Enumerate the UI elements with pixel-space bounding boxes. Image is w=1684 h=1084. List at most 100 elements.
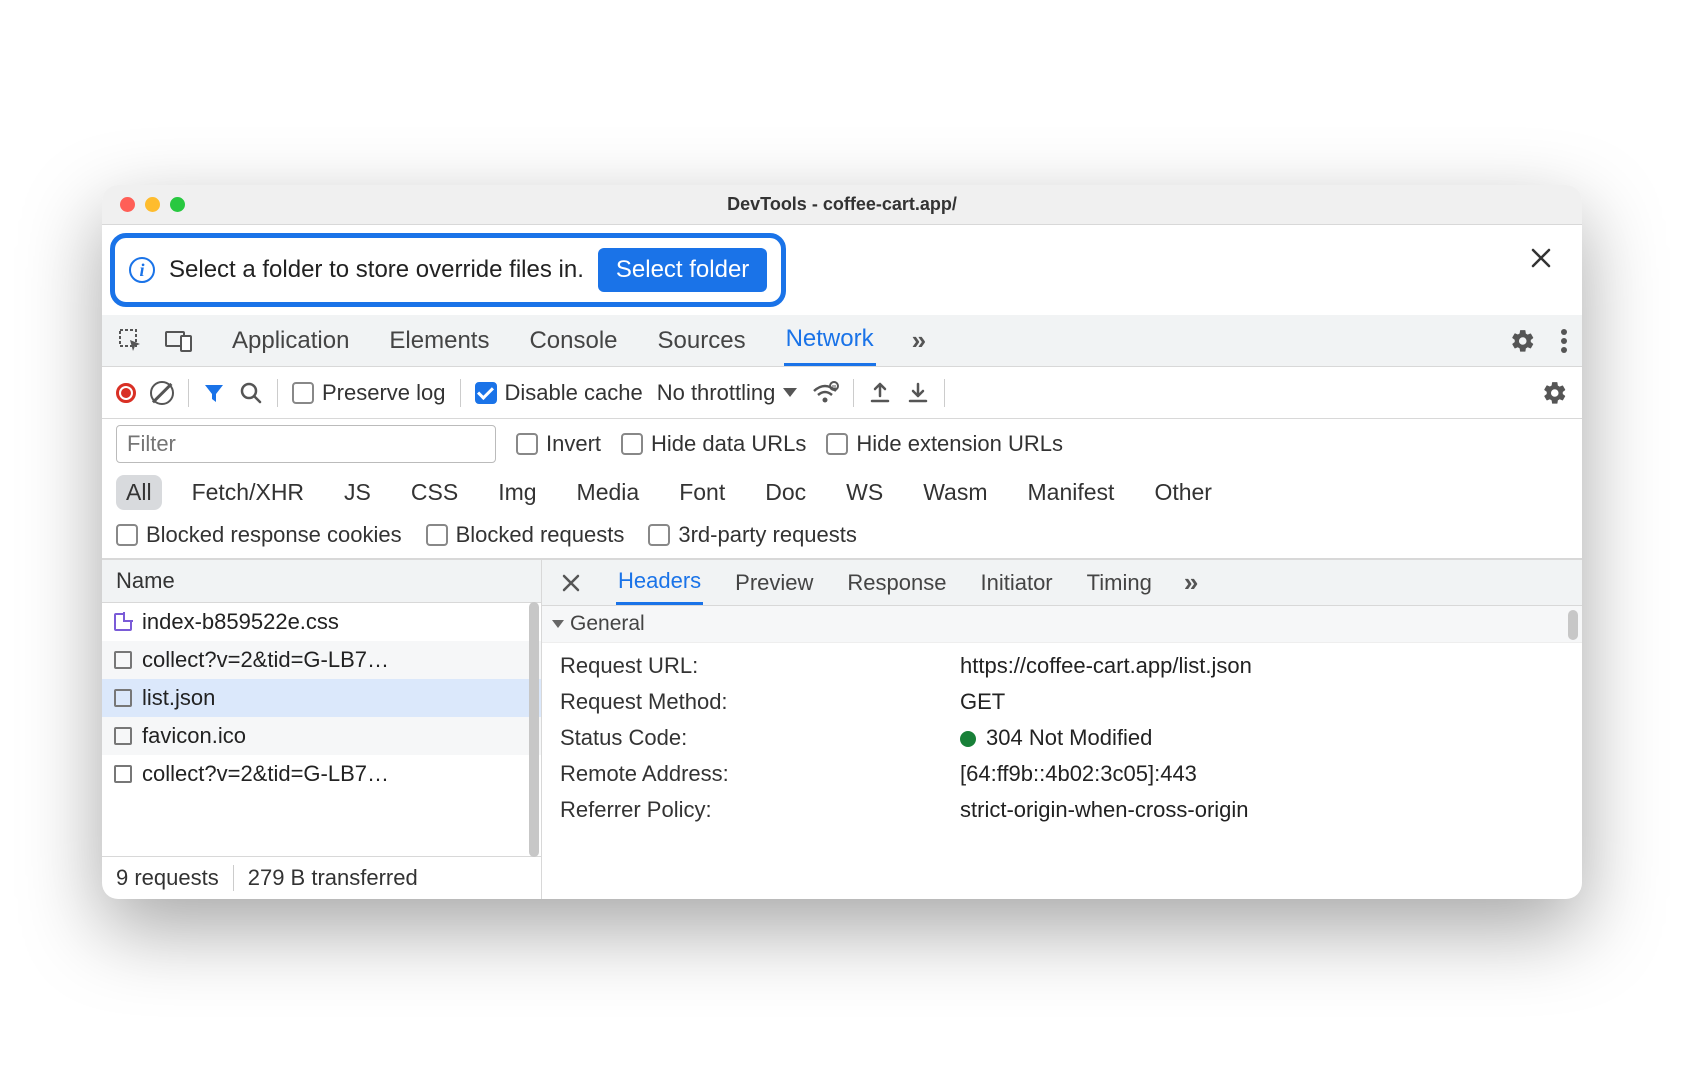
status-dot-icon — [960, 731, 976, 747]
separator — [233, 865, 234, 891]
inspect-icon[interactable] — [116, 326, 146, 356]
type-all[interactable]: All — [116, 475, 162, 510]
request-row[interactable]: collect?v=2&tid=G-LB7… — [102, 641, 541, 679]
tab-network[interactable]: Network — [784, 315, 876, 366]
throttling-select[interactable]: No throttling — [657, 380, 798, 406]
hide-data-urls-checkbox[interactable]: Hide data URLs — [621, 431, 806, 457]
request-row[interactable]: collect?v=2&tid=G-LB7… — [102, 755, 541, 793]
tab-list: Application Elements Console Sources Net… — [230, 315, 926, 366]
network-settings-icon[interactable] — [1542, 380, 1568, 406]
more-tabs-icon[interactable]: » — [912, 325, 926, 356]
minimize-window-icon[interactable] — [145, 197, 160, 212]
file-icon — [114, 651, 132, 669]
checkbox-icon[interactable] — [292, 382, 314, 404]
tab-sources[interactable]: Sources — [656, 317, 748, 365]
blocked-requests-checkbox[interactable]: Blocked requests — [426, 522, 625, 548]
filter-input[interactable] — [116, 425, 496, 463]
request-row[interactable]: favicon.ico — [102, 717, 541, 755]
record-button[interactable] — [116, 383, 136, 403]
column-header-name[interactable]: Name — [102, 560, 541, 603]
type-doc[interactable]: Doc — [755, 475, 816, 510]
request-row[interactable]: list.json — [102, 679, 541, 717]
filter-toggle-icon[interactable] — [203, 382, 225, 404]
invert-checkbox[interactable]: Invert — [516, 431, 601, 457]
more-detail-tabs-icon[interactable]: » — [1184, 567, 1198, 598]
type-font[interactable]: Font — [669, 475, 735, 510]
third-party-checkbox[interactable]: 3rd-party requests — [648, 522, 857, 548]
request-url-value: https://coffee-cart.app/list.json — [960, 653, 1564, 679]
remote-address-value: [64:ff9b::4b02:3c05]:443 — [960, 761, 1564, 787]
close-icon[interactable] — [1530, 247, 1552, 269]
resource-type-filter: All Fetch/XHR JS CSS Img Media Font Doc … — [102, 469, 1582, 516]
checkbox-icon[interactable] — [621, 433, 643, 455]
preserve-log-label: Preserve log — [322, 380, 446, 406]
type-media[interactable]: Media — [567, 475, 650, 510]
network-toolbar: Preserve log Disable cache No throttling — [102, 367, 1582, 419]
type-other[interactable]: Other — [1144, 475, 1222, 510]
scrollbar[interactable] — [1568, 610, 1578, 640]
type-img[interactable]: Img — [488, 475, 546, 510]
request-list-pane: Name index-b859522e.css collect?v=2&tid=… — [102, 560, 542, 899]
checkbox-icon[interactable] — [516, 433, 538, 455]
type-manifest[interactable]: Manifest — [1018, 475, 1125, 510]
type-fetch-xhr[interactable]: Fetch/XHR — [182, 475, 314, 510]
remote-address-key: Remote Address: — [560, 761, 940, 787]
detail-tab-headers[interactable]: Headers — [616, 560, 703, 605]
third-party-label: 3rd-party requests — [678, 522, 857, 548]
file-icon — [114, 689, 132, 707]
detail-tabs: Headers Preview Response Initiator Timin… — [542, 560, 1582, 606]
checkbox-icon[interactable] — [826, 433, 848, 455]
request-url-key: Request URL: — [560, 653, 940, 679]
request-name: collect?v=2&tid=G-LB7… — [142, 761, 389, 787]
scrollbar[interactable] — [529, 602, 539, 857]
status-text: 304 Not Modified — [986, 725, 1152, 750]
type-ws[interactable]: WS — [836, 475, 893, 510]
preserve-log-checkbox[interactable]: Preserve log — [292, 380, 446, 406]
titlebar: DevTools - coffee-cart.app/ — [102, 185, 1582, 225]
close-window-icon[interactable] — [120, 197, 135, 212]
checkbox-icon[interactable] — [648, 524, 670, 546]
hide-extension-urls-checkbox[interactable]: Hide extension URLs — [826, 431, 1063, 457]
search-icon[interactable] — [239, 381, 263, 405]
maximize-window-icon[interactable] — [170, 197, 185, 212]
tab-application[interactable]: Application — [230, 317, 351, 365]
close-details-icon[interactable] — [556, 574, 586, 592]
separator — [188, 379, 189, 407]
detail-tab-initiator[interactable]: Initiator — [978, 562, 1054, 604]
disclosure-triangle-icon — [552, 620, 564, 628]
general-headers: Request URL: https://coffee-cart.app/lis… — [542, 643, 1582, 833]
disable-cache-checkbox[interactable]: Disable cache — [475, 380, 643, 406]
type-wasm[interactable]: Wasm — [913, 475, 997, 510]
type-js[interactable]: JS — [334, 475, 381, 510]
request-name: favicon.ico — [142, 723, 246, 749]
status-code-value: 304 Not Modified — [960, 725, 1564, 751]
settings-icon[interactable] — [1510, 328, 1536, 354]
network-conditions-icon[interactable] — [811, 381, 839, 405]
traffic-lights — [102, 197, 185, 212]
hide-ext-label: Hide extension URLs — [856, 431, 1063, 457]
file-icon — [114, 765, 132, 783]
clear-button[interactable] — [150, 381, 174, 405]
detail-tab-preview[interactable]: Preview — [733, 562, 815, 604]
request-row[interactable]: index-b859522e.css — [102, 603, 541, 641]
general-section-header[interactable]: General — [542, 606, 1582, 643]
checkbox-icon[interactable] — [426, 524, 448, 546]
status-footer: 9 requests 279 B transferred — [102, 856, 541, 899]
type-css[interactable]: CSS — [401, 475, 468, 510]
select-folder-button[interactable]: Select folder — [598, 248, 767, 292]
detail-tab-timing[interactable]: Timing — [1085, 562, 1154, 604]
device-toolbar-icon[interactable] — [164, 326, 194, 356]
import-har-icon[interactable] — [868, 381, 892, 405]
tab-console[interactable]: Console — [527, 317, 619, 365]
export-har-icon[interactable] — [906, 381, 930, 405]
blocked-cookies-checkbox[interactable]: Blocked response cookies — [116, 522, 402, 548]
chevron-down-icon — [783, 388, 797, 397]
detail-tab-response[interactable]: Response — [845, 562, 948, 604]
separator — [460, 379, 461, 407]
window-title: DevTools - coffee-cart.app/ — [102, 194, 1582, 215]
checkbox-icon[interactable] — [475, 382, 497, 404]
tab-elements[interactable]: Elements — [387, 317, 491, 365]
request-detail-pane: Headers Preview Response Initiator Timin… — [542, 560, 1582, 899]
more-options-icon[interactable] — [1560, 328, 1568, 354]
checkbox-icon[interactable] — [116, 524, 138, 546]
